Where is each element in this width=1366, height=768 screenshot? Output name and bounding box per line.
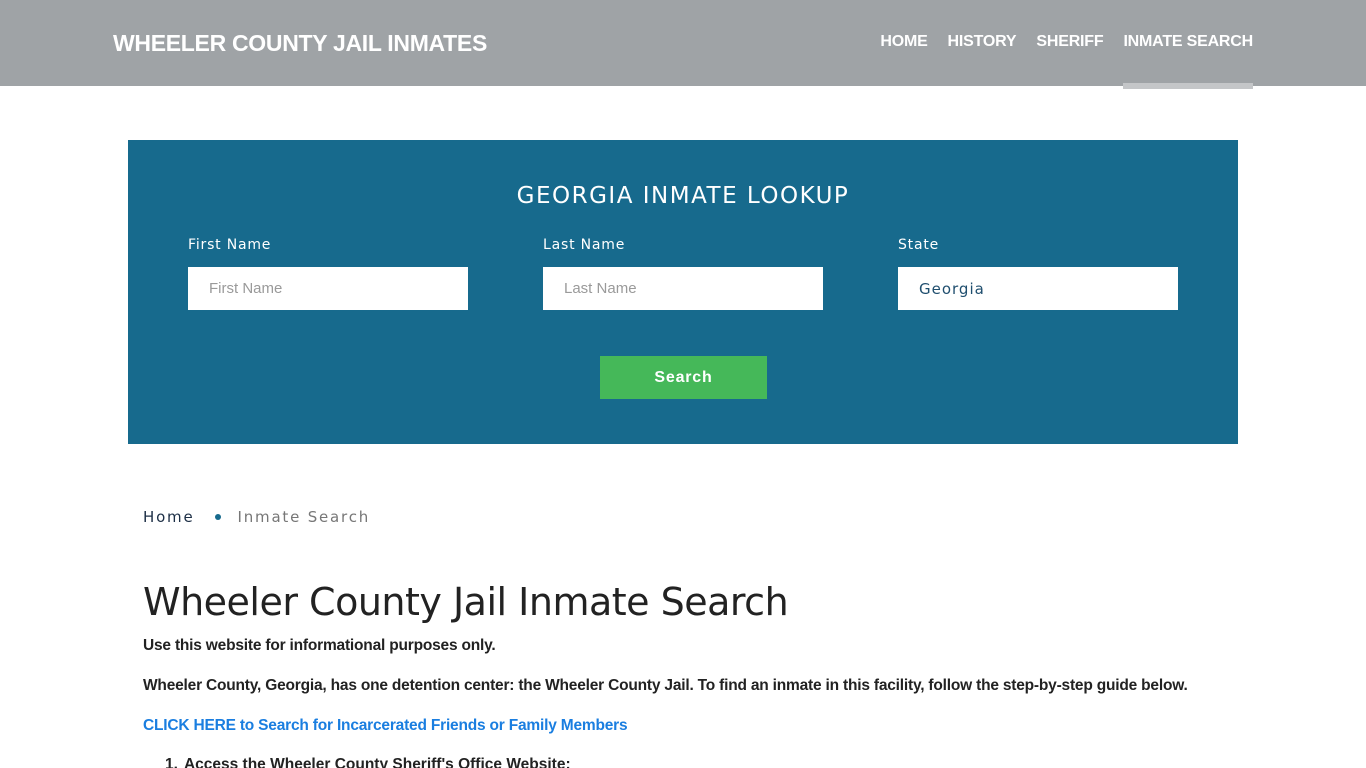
step-item: 1. Access the Wheeler County Sheriff's Of… [165,756,571,768]
nav-sheriff[interactable]: SHERIFF [1036,33,1103,51]
cta-paragraph: CLICK HERE to Search for Incarcerated Fr… [143,717,628,735]
site-header: WHEELER COUNTY JAIL INMATES HOME HISTORY… [0,0,1366,89]
step-number: 1. [165,756,178,768]
nav-history[interactable]: HISTORY [948,33,1017,51]
inmate-lookup-panel: GEORGIA INMATE LOOKUP First Name Last Na… [128,140,1238,444]
main-nav: HOME HISTORY SHERIFF INMATE SEARCH [880,33,1253,89]
nav-home[interactable]: HOME [880,33,927,51]
nav-inmate-search[interactable]: INMATE SEARCH [1123,33,1253,89]
steps-list: 1. Access the Wheeler County Sheriff's Of… [165,756,571,768]
site-logo-link[interactable]: WHEELER COUNTY JAIL INMATES [113,30,487,57]
last-name-group: Last Name [543,237,823,310]
state-group: State Georgia [898,237,1178,310]
disclaimer-text: Use this website for informational purpo… [143,637,496,654]
first-name-label: First Name [188,237,272,253]
lookup-title: GEORGIA INMATE LOOKUP [516,183,850,209]
state-selected-value: Georgia [919,279,985,298]
state-label: State [898,237,940,253]
state-select[interactable]: Georgia [898,267,1178,310]
breadcrumb-home[interactable]: Home [143,508,195,526]
last-name-label: Last Name [543,237,626,253]
search-button[interactable]: Search [600,356,767,399]
last-name-input[interactable] [543,267,823,310]
breadcrumb-current: Inmate Search [237,508,371,526]
step-text: Access the Wheeler County Sheriff's Offi… [183,756,571,768]
first-name-input[interactable] [188,267,468,310]
page-title: Wheeler County Jail Inmate Search [143,580,789,624]
first-name-group: First Name [188,237,468,310]
breadcrumb: Home Inmate Search [143,508,370,526]
breadcrumb-separator-icon [214,514,221,520]
cta-search-link[interactable]: CLICK HERE to Search for Incarcerated Fr… [143,717,628,734]
intro-text: Wheeler County, Georgia, has one detenti… [143,677,1188,694]
